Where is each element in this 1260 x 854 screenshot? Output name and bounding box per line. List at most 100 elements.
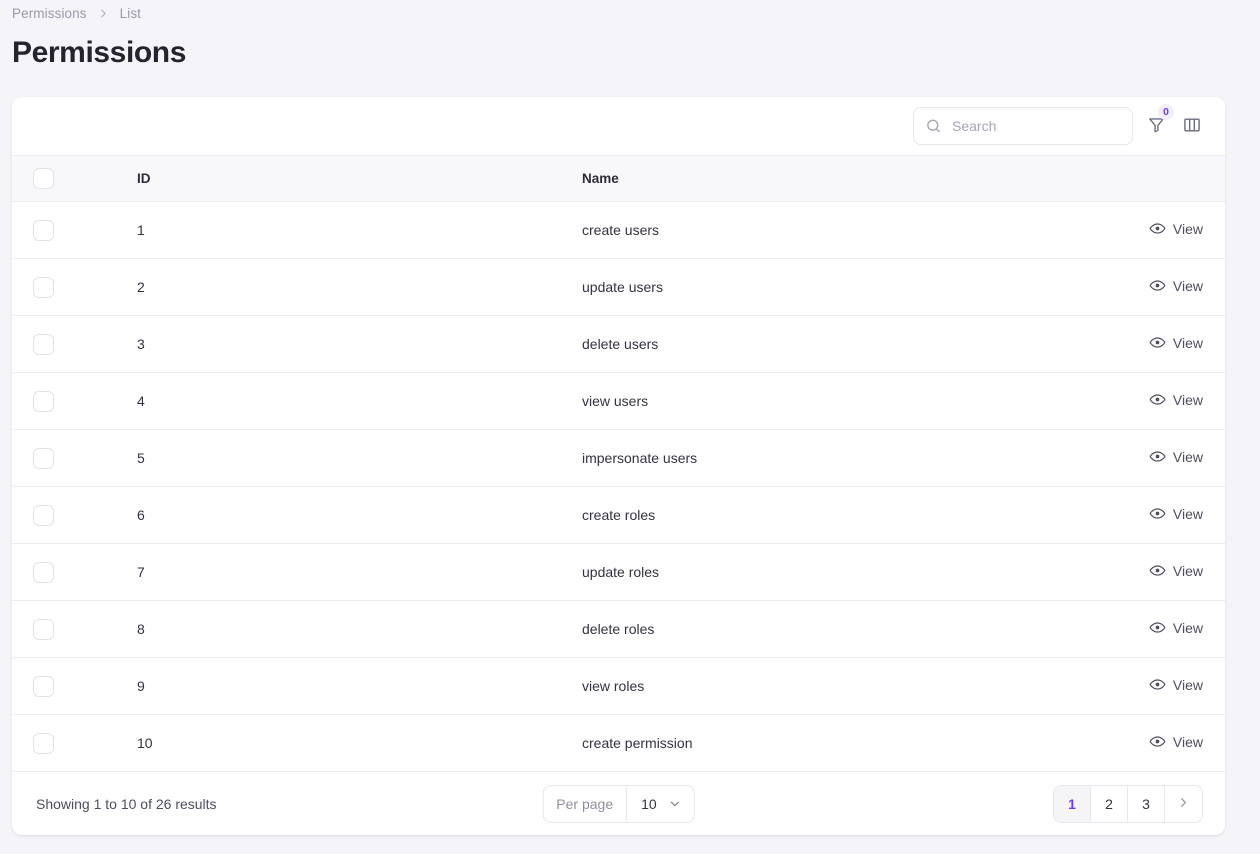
- permissions-table-card: 0 ID Name: [12, 97, 1225, 835]
- table-row[interactable]: 8 delete roles View: [12, 600, 1225, 658]
- chevron-right-icon: [1176, 795, 1191, 813]
- cell-id: 10: [74, 714, 296, 772]
- cell-name: impersonate users: [296, 429, 1100, 487]
- cell-id: 6: [74, 486, 296, 544]
- table-row[interactable]: 7 update roles View: [12, 543, 1225, 601]
- row-actions: View: [1100, 486, 1225, 544]
- row-select-cell: [12, 201, 74, 259]
- view-button[interactable]: View: [1149, 733, 1203, 750]
- view-button-label: View: [1172, 277, 1203, 294]
- breadcrumb-item-permissions[interactable]: Permissions: [12, 6, 87, 21]
- row-checkbox[interactable]: [33, 732, 54, 754]
- view-button-label: View: [1172, 505, 1203, 522]
- eye-icon: [1149, 676, 1166, 693]
- view-button[interactable]: View: [1149, 220, 1203, 237]
- row-select-cell: [12, 543, 74, 601]
- column-header-name[interactable]: Name: [296, 155, 1100, 202]
- row-actions: View: [1100, 543, 1225, 601]
- column-header-id[interactable]: ID: [74, 155, 296, 202]
- table-row[interactable]: 5 impersonate users View: [12, 429, 1225, 487]
- column-header-actions: [1100, 155, 1225, 202]
- row-checkbox[interactable]: [33, 276, 54, 298]
- per-page-value: 10: [641, 795, 657, 812]
- row-checkbox[interactable]: [33, 219, 54, 241]
- view-button[interactable]: View: [1149, 448, 1203, 465]
- row-select-cell: [12, 657, 74, 715]
- eye-icon: [1149, 277, 1166, 294]
- view-button[interactable]: View: [1149, 676, 1203, 693]
- row-select-cell: [12, 429, 74, 487]
- columns-button[interactable]: [1179, 111, 1205, 141]
- table-row[interactable]: 4 view users View: [12, 372, 1225, 430]
- breadcrumb: Permissions List: [0, 0, 1260, 24]
- view-button[interactable]: View: [1149, 505, 1203, 522]
- table-row[interactable]: 10 create permission View: [12, 714, 1225, 772]
- per-page-control[interactable]: Per page 10: [542, 784, 695, 823]
- chevron-down-icon: [668, 797, 682, 811]
- row-select-cell: [12, 372, 74, 430]
- row-select-cell: [12, 258, 74, 316]
- view-button[interactable]: View: [1149, 391, 1203, 408]
- row-checkbox[interactable]: [33, 390, 54, 412]
- table-toolbar: 0: [12, 97, 1225, 155]
- search-field: [913, 107, 1133, 145]
- cell-id: 8: [74, 600, 296, 658]
- view-button[interactable]: View: [1149, 562, 1203, 579]
- row-checkbox[interactable]: [33, 447, 54, 469]
- filter-button[interactable]: 0: [1143, 104, 1174, 141]
- table-row[interactable]: 3 delete users View: [12, 315, 1225, 373]
- cell-id: 3: [74, 315, 296, 373]
- columns-icon: [1182, 115, 1202, 138]
- eye-icon: [1149, 505, 1166, 522]
- pagination-page-3[interactable]: 3: [1128, 785, 1165, 822]
- row-actions: View: [1100, 714, 1225, 772]
- pagination-page-2[interactable]: 2: [1091, 785, 1128, 822]
- eye-icon: [1149, 733, 1166, 750]
- per-page-select[interactable]: 10: [627, 786, 694, 822]
- view-button-label: View: [1172, 619, 1203, 636]
- view-button-label: View: [1172, 391, 1203, 408]
- filter-badge: 0: [1158, 104, 1174, 120]
- row-actions: View: [1100, 201, 1225, 259]
- row-checkbox[interactable]: [33, 504, 54, 526]
- cell-id: 2: [74, 258, 296, 316]
- chevron-right-icon: [97, 7, 110, 20]
- view-button[interactable]: View: [1149, 277, 1203, 294]
- showing-results-text: Showing 1 to 10 of 26 results: [36, 795, 217, 812]
- table-row[interactable]: 2 update users View: [12, 258, 1225, 316]
- pagination: 123: [1053, 784, 1203, 823]
- row-checkbox[interactable]: [33, 333, 54, 355]
- view-button[interactable]: View: [1149, 619, 1203, 636]
- view-button-label: View: [1172, 733, 1203, 750]
- breadcrumb-item-list[interactable]: List: [120, 6, 141, 21]
- permissions-page: Permissions List Permissions 0: [0, 0, 1260, 854]
- row-select-cell: [12, 315, 74, 373]
- select-all-header: [12, 155, 74, 202]
- row-actions: View: [1100, 258, 1225, 316]
- view-button-label: View: [1172, 334, 1203, 351]
- search-input[interactable]: [913, 107, 1133, 145]
- pagination-page-1[interactable]: 1: [1054, 785, 1091, 822]
- table-row[interactable]: 9 view roles View: [12, 657, 1225, 715]
- eye-icon: [1149, 334, 1166, 351]
- cell-name: view roles: [296, 657, 1100, 715]
- cell-name: create users: [296, 201, 1100, 259]
- eye-icon: [1149, 448, 1166, 465]
- view-button-label: View: [1172, 220, 1203, 237]
- pagination-next-button[interactable]: [1165, 785, 1202, 822]
- row-checkbox[interactable]: [33, 618, 54, 640]
- cell-id: 9: [74, 657, 296, 715]
- table-row[interactable]: 1 create users View: [12, 201, 1225, 259]
- view-button-label: View: [1172, 562, 1203, 579]
- select-all-checkbox[interactable]: [33, 168, 54, 189]
- view-button-label: View: [1172, 676, 1203, 693]
- row-checkbox[interactable]: [33, 675, 54, 697]
- row-select-cell: [12, 714, 74, 772]
- view-button[interactable]: View: [1149, 334, 1203, 351]
- cell-id: 7: [74, 543, 296, 601]
- table-row[interactable]: 6 create roles View: [12, 486, 1225, 544]
- row-actions: View: [1100, 372, 1225, 430]
- row-checkbox[interactable]: [33, 561, 54, 583]
- row-actions: View: [1100, 600, 1225, 658]
- view-button-label: View: [1172, 448, 1203, 465]
